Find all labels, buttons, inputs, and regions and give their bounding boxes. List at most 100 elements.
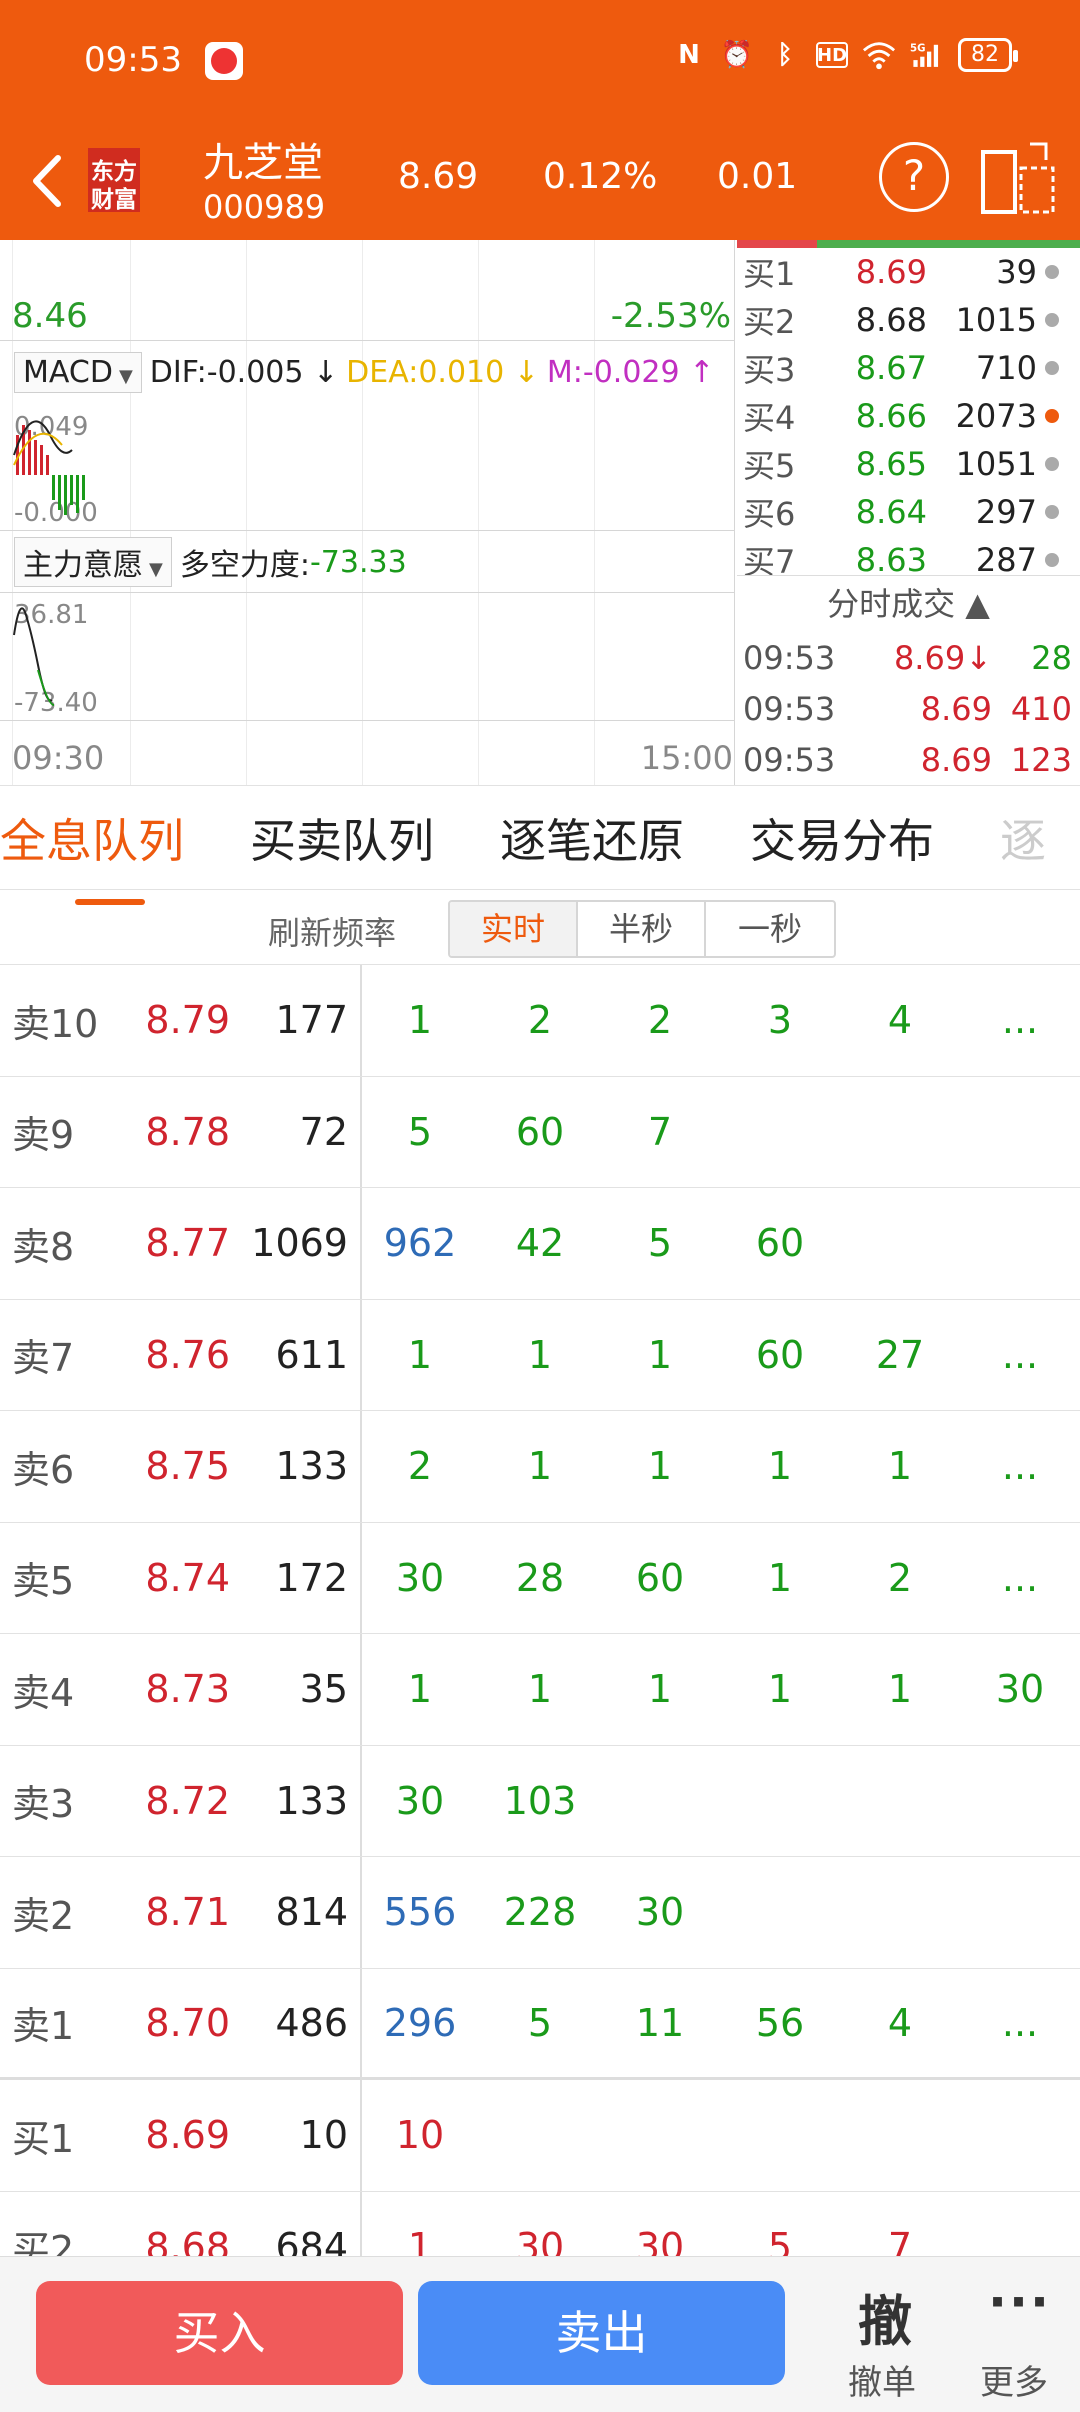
queue-row[interactable]: 卖3 8.72 133 30 103 (0, 1746, 1080, 1857)
refresh-option-0[interactable]: 实时 (450, 902, 578, 956)
queue-order-cell: 11 (635, 2000, 685, 2045)
tab-2[interactable]: 逐笔还原 (500, 805, 684, 871)
tab-0[interactable]: 全息队列 (0, 805, 184, 905)
queue-order-cell: 228 (503, 1890, 577, 1935)
queue-order-cell: 2 (527, 998, 553, 1043)
queue-row[interactable]: 卖7 8.76 611 1 1 1 60 27... (0, 1300, 1080, 1411)
order-book-label: 买4 (743, 399, 796, 437)
full-queue-table[interactable]: 卖10 8.79 177 1 2 2 3 4... 卖9 8.78 72 5 60 7 卖8 8.77 1069… (0, 965, 1080, 2260)
flow-value: -73.33 (309, 544, 407, 580)
queue-row[interactable]: 卖2 8.71 814 556 228 30 (0, 1857, 1080, 1969)
queue-level-label: 买2 (12, 2228, 75, 2260)
order-book-label: 买7 (743, 543, 796, 575)
more-label[interactable]: 更多 (980, 2355, 1048, 2404)
macd-dea: DEA:0.010 ↓ (346, 354, 539, 390)
flow-dropdown[interactable]: 主力意愿 ▼ (14, 537, 172, 587)
queue-row[interactable]: 卖10 8.79 177 1 2 2 3 4... (0, 965, 1080, 1077)
queue-order-cell: 30 (635, 2224, 685, 2260)
queue-row[interactable]: 卖9 8.78 72 5 60 7 (0, 1077, 1080, 1188)
queue-price: 8.74 (145, 1555, 230, 1600)
queue-orders: 1 1 1 1 1 30 (360, 1667, 1080, 1711)
queue-row[interactable]: 买1 8.69 10 10 (0, 2080, 1080, 2192)
queue-orders: 556 228 30 (360, 1890, 720, 1934)
queue-order-cell: 1 (887, 1444, 913, 1489)
order-book-row[interactable]: 买7 8.63 287 (737, 536, 1080, 575)
cancel-order-label[interactable]: 撤单 (848, 2355, 916, 2404)
flow-label: 多空力度: (179, 548, 310, 583)
queue-order-cell: 1 (647, 1444, 673, 1489)
queue-volume: 611 (275, 1332, 348, 1377)
queue-row[interactable]: 卖5 8.74 172 30 28 60 1 2... (0, 1523, 1080, 1634)
queue-level-label: 卖9 (12, 1113, 75, 1158)
queue-order-cell: 1 (647, 1667, 673, 1712)
status-time: 09:53 (84, 40, 182, 80)
tab-4[interactable]: 逐 (1000, 805, 1046, 871)
queue-order-cell: 2 (407, 1444, 433, 1489)
queue-level-label: 卖2 (12, 1893, 75, 1938)
back-arrow-icon[interactable] (22, 146, 72, 216)
help-icon[interactable]: ? (879, 142, 949, 212)
queue-row[interactable]: 卖4 8.73 35 1 1 1 1 1 30 (0, 1634, 1080, 1746)
refresh-option-2[interactable]: 一秒 (706, 902, 834, 956)
queue-order-cell: 556 (383, 1890, 457, 1935)
order-dot-icon (1045, 265, 1059, 279)
queue-volume: 684 (275, 2224, 348, 2260)
queue-volume: 177 (275, 998, 348, 1043)
queue-order-cell: 3 (767, 998, 793, 1043)
refresh-option-1[interactable]: 半秒 (578, 902, 706, 956)
queue-order-cell: 60 (515, 1109, 565, 1154)
chart-low-price: 8.46 (12, 296, 88, 336)
queue-order-cell: 1 (527, 1667, 553, 1712)
queue-orders: 5 60 7 (360, 1110, 720, 1154)
order-book-row[interactable]: 买6 8.64 297 (737, 488, 1080, 536)
queue-order-cell: 28 (515, 1555, 565, 1600)
more-dots-icon[interactable]: ··· (988, 2273, 1051, 2331)
queue-row[interactable]: 卖6 8.75 133 2 1 1 1 1... (0, 1411, 1080, 1523)
queue-order-cell: ... (1001, 998, 1039, 1043)
queue-volume: 72 (299, 1109, 348, 1154)
queue-order-cell: 1 (527, 1332, 553, 1377)
order-book-label: 买2 (743, 303, 796, 341)
queue-order-cell: 30 (395, 1778, 445, 1823)
queue-orders: 296 5 11 56 4... (360, 2001, 1080, 2045)
queue-level-label: 卖3 (12, 1782, 75, 1827)
queue-row[interactable]: 卖8 8.77 1069 962 42 5 60 (0, 1188, 1080, 1300)
order-book-row[interactable]: 买1 8.69 39 (737, 248, 1080, 296)
queue-order-cell: ... (1001, 1555, 1039, 1600)
refresh-rate-bar: 刷新频率 实时 半秒 一秒 (0, 890, 1080, 965)
queue-row[interactable]: 买2 8.68 684 1 30 30 5 7 (0, 2192, 1080, 2260)
order-book-row[interactable]: 买5 8.65 1051 (737, 440, 1080, 488)
queue-volume: 133 (275, 1778, 348, 1823)
tick-price: 8.69↓ (893, 638, 992, 677)
queue-order-cell: 10 (395, 2113, 445, 2158)
queue-orders: 1 30 30 5 7 (360, 2225, 960, 2260)
order-book-row[interactable]: 买2 8.68 1015 (737, 296, 1080, 344)
tab-1[interactable]: 买卖队列 (250, 805, 434, 871)
buy-button[interactable]: 买入 (36, 2281, 403, 2385)
queue-row[interactable]: 卖1 8.70 486 296 5 11 56 4... (0, 1969, 1080, 2080)
tick-volume: 410 (1010, 689, 1072, 728)
queue-level-label: 卖7 (12, 1336, 75, 1381)
order-book[interactable]: 买1 8.69 39 买2 8.68 1015 买3 8.67 710 买4 8.66 2073 买5 8… (737, 240, 1080, 575)
tab-3[interactable]: 交易分布 (750, 805, 934, 871)
queue-level-label: 卖5 (12, 1559, 75, 1604)
queue-order-cell: 30 (635, 1890, 685, 1935)
tick-price: 8.69 (920, 689, 992, 728)
queue-order-cell: 2 (887, 1555, 913, 1600)
macd-dropdown[interactable]: MACD ▼ (14, 351, 142, 393)
order-book-row[interactable]: 买4 8.66 2073 (737, 392, 1080, 440)
queue-order-cell: 30 (515, 2224, 565, 2260)
tick-row: 09:53 8.69 410 (737, 683, 1080, 734)
intraday-chart[interactable]: 8.46 -2.53% MACD ▼ DIF:-0.005 ↓ DEA:0.010… (0, 240, 735, 785)
sell-button[interactable]: 卖出 (418, 2281, 785, 2385)
cancel-order-icon[interactable]: 撤 (858, 2277, 912, 2356)
collapse-triangle-icon: ▲ (965, 585, 990, 623)
order-dot-icon (1045, 361, 1059, 375)
tick-time: 09:53 (743, 689, 836, 728)
queue-order-cell: 1 (527, 1444, 553, 1489)
order-book-row[interactable]: 买3 8.67 710 (737, 344, 1080, 392)
time-and-sales[interactable]: 分时成交 ▲ 09:53 8.69↓ 28 09:53 8.69 410 09:53 8.69… (737, 575, 1080, 785)
layout-switch-icon[interactable] (980, 138, 1056, 218)
ticks-title[interactable]: 分时成交 ▲ (737, 576, 1080, 632)
queue-price: 8.76 (145, 1332, 230, 1377)
